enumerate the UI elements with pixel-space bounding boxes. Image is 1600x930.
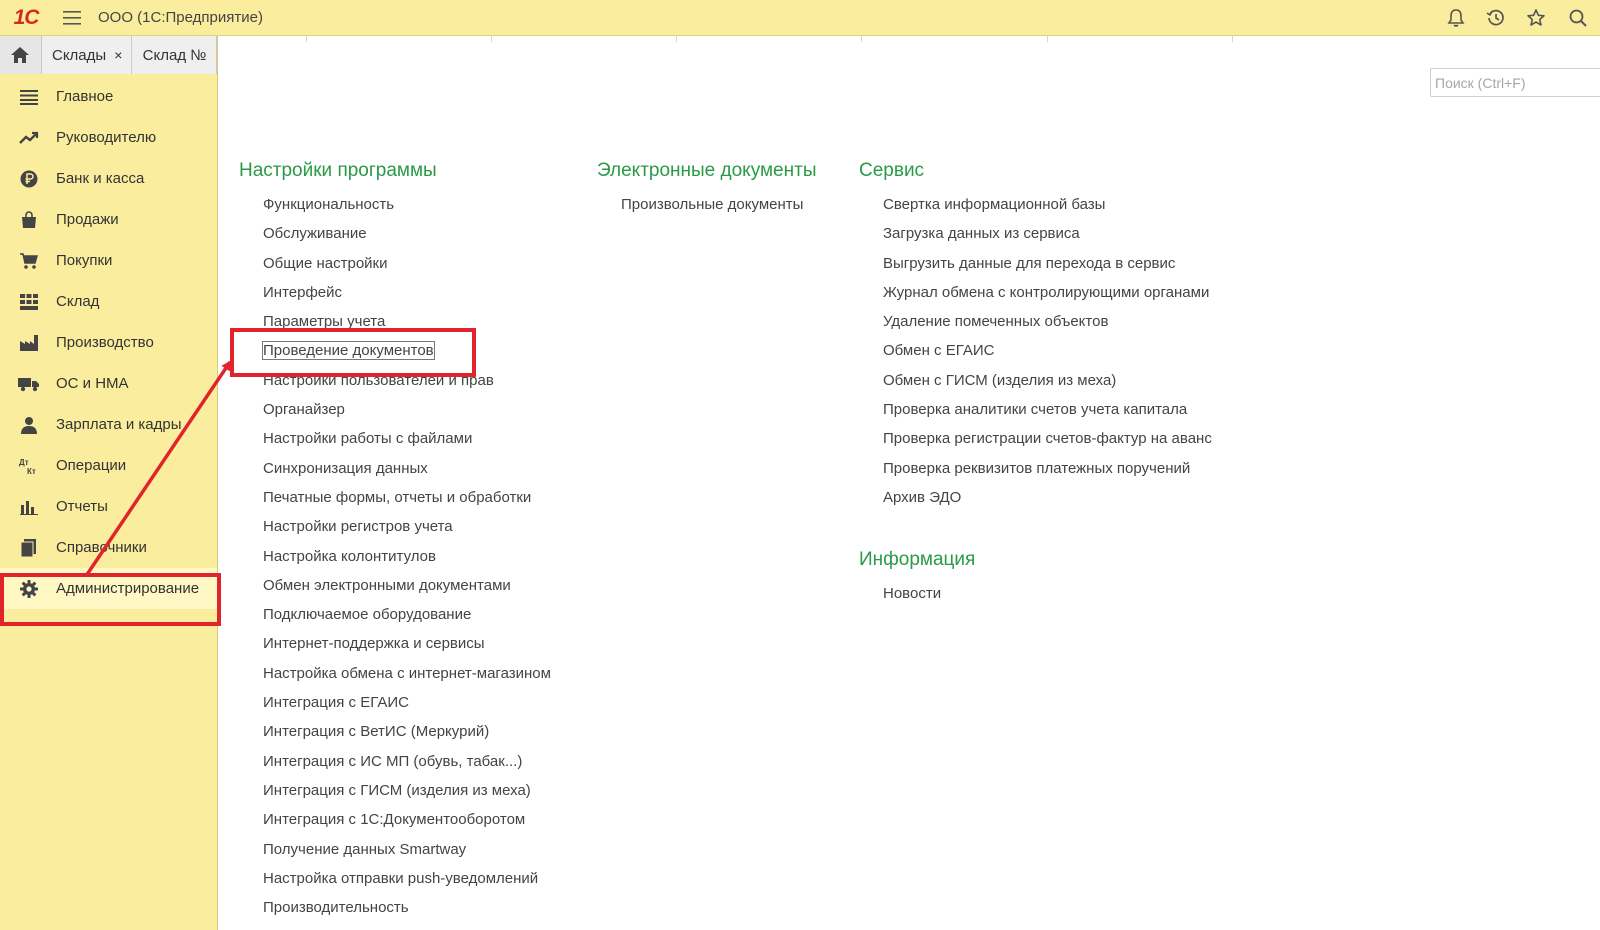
section-title-program-settings: Настройки программы [239, 160, 437, 181]
link-headers-footers[interactable]: Настройка колонтитулов [263, 542, 551, 571]
link-interface[interactable]: Интерфейс [263, 278, 551, 307]
link-gism-exchange[interactable]: Обмен с ГИСМ (изделия из меха) [883, 366, 1212, 395]
tab-strip-dividers [218, 36, 1600, 42]
nav-item-reports[interactable]: Отчеты [0, 486, 217, 527]
nav-item-production[interactable]: Производство [0, 322, 217, 363]
link-news[interactable]: Новости [883, 579, 1212, 608]
sections-panel: Склады × Склад № Главное Руководителю Ба… [0, 36, 218, 930]
section-edocs: Электронные документы Произвольные докум… [597, 157, 816, 219]
nav-item-operations[interactable]: Дт Кт Операции [0, 445, 217, 486]
app-title: ООО (1С:Предприятие) [98, 9, 263, 26]
section-title-edocs: Электронные документы [597, 160, 817, 181]
link-equipment[interactable]: Подключаемое оборудование [263, 600, 551, 629]
link-docflow-integration[interactable]: Интеграция с 1С:Документооборотом [263, 805, 551, 834]
link-arbitrary-docs[interactable]: Произвольные документы [621, 190, 816, 219]
link-regulatory-log[interactable]: Журнал обмена с контролирующими органами [883, 278, 1212, 307]
shopping-bag-icon [0, 199, 56, 240]
person-icon [0, 404, 56, 445]
nav-item-manager[interactable]: Руководителю [0, 117, 217, 158]
nav-item-main[interactable]: Главное [0, 76, 217, 117]
section-service: Сервис Свертка информационной базы Загру… [859, 157, 1212, 609]
link-general-settings[interactable]: Общие настройки [263, 249, 551, 278]
tab-warehouse-doc[interactable]: Склад № [131, 36, 217, 74]
star-icon[interactable] [1516, 0, 1556, 36]
sections-nav: Главное Руководителю Банк и касса Продаж… [0, 74, 217, 609]
link-smartway[interactable]: Получение данных Smartway [263, 835, 551, 864]
menu-lines-icon [0, 76, 56, 117]
link-vetis-integration[interactable]: Интеграция с ВетИС (Меркурий) [263, 717, 551, 746]
search-icon[interactable] [1556, 0, 1600, 36]
link-maintenance[interactable]: Обслуживание [263, 219, 551, 248]
link-organizer[interactable]: Органайзер [263, 395, 551, 424]
link-print-forms[interactable]: Печатные формы, отчеты и обработки [263, 483, 551, 512]
tab-warehouses[interactable]: Склады × [41, 36, 132, 74]
link-capital-check[interactable]: Проверка аналитики счетов учета капитала [883, 395, 1212, 424]
link-egais-integration[interactable]: Интеграция с ЕГАИС [263, 688, 551, 717]
link-invoice-check[interactable]: Проверка регистрации счетов-фактур на ав… [883, 424, 1212, 453]
link-gism-integration[interactable]: Интеграция с ГИСМ (изделия из меха) [263, 776, 551, 805]
section-info: Информация Новости [859, 546, 1212, 608]
nav-item-purchases[interactable]: Покупки [0, 240, 217, 281]
warehouse-grid-icon [0, 281, 56, 322]
link-delete-marked[interactable]: Удаление помеченных объектов [883, 307, 1212, 336]
link-data-sync[interactable]: Синхронизация данных [263, 454, 551, 483]
books-icon [0, 527, 56, 568]
link-push-notifications[interactable]: Настройка отправки push-уведомлений [263, 864, 551, 893]
link-egais-exchange[interactable]: Обмен с ЕГАИС [883, 336, 1212, 365]
link-registers-settings[interactable]: Настройки регистров учета [263, 512, 551, 541]
truck-icon [0, 363, 56, 404]
cart-icon [0, 240, 56, 281]
link-functionality[interactable]: Функциональность [263, 190, 551, 219]
link-file-settings[interactable]: Настройки работы с файлами [263, 424, 551, 453]
link-payment-check[interactable]: Проверка реквизитов платежных поручений [883, 454, 1212, 483]
nav-item-salary[interactable]: Зарплата и кадры [0, 404, 217, 445]
link-internet-support[interactable]: Интернет-поддержка и сервисы [263, 629, 551, 658]
trend-up-icon [0, 117, 56, 158]
link-ismp-integration[interactable]: Интеграция с ИС МП (обувь, табак...) [263, 747, 551, 776]
nav-item-administration[interactable]: Администрирование [0, 568, 217, 609]
link-document-posting[interactable]: Проведение документов [262, 336, 551, 365]
link-export-to-service[interactable]: Выгрузить данные для перехода в сервис [883, 249, 1212, 278]
section-program-settings: Настройки программы Функциональность Обс… [239, 157, 551, 922]
link-load-from-service[interactable]: Загрузка данных из сервиса [883, 219, 1212, 248]
bar-chart-icon [0, 486, 56, 527]
gear-icon [0, 568, 56, 609]
nav-item-sales[interactable]: Продажи [0, 199, 217, 240]
section-title-service: Сервис [859, 160, 925, 181]
nav-item-assets[interactable]: ОС и НМА [0, 363, 217, 404]
home-tab[interactable] [0, 36, 42, 74]
link-accounting-params[interactable]: Параметры учета [263, 307, 551, 336]
open-tabs: Склады × Склад № [0, 36, 217, 74]
main-menu-icon[interactable] [52, 0, 92, 36]
link-edo-archive[interactable]: Архив ЭДО [883, 483, 1212, 512]
close-icon[interactable]: × [114, 47, 122, 63]
svg-text:Дт: Дт [19, 458, 29, 467]
section-title-info: Информация [859, 549, 976, 571]
logo-1c[interactable]: 1С [0, 0, 52, 36]
link-webshop-exchange[interactable]: Настройка обмена с интернет-магазином [263, 659, 551, 688]
nav-item-bank[interactable]: Банк и касса [0, 158, 217, 199]
history-icon[interactable] [1476, 0, 1516, 36]
nav-item-references[interactable]: Справочники [0, 527, 217, 568]
svg-text:Кт: Кт [27, 467, 36, 475]
home-icon [11, 47, 30, 63]
search-input[interactable] [1430, 68, 1600, 97]
link-edoc-exchange[interactable]: Обмен электронными документами [263, 571, 551, 600]
link-performance[interactable]: Производительность [263, 893, 551, 922]
bell-icon[interactable] [1436, 0, 1476, 36]
ruble-coin-icon [0, 158, 56, 199]
link-users-rights[interactable]: Настройки пользователей и прав [263, 366, 551, 395]
debit-credit-icon: Дт Кт [0, 445, 56, 486]
link-db-rollup[interactable]: Свертка информационной базы [883, 190, 1212, 219]
factory-icon [0, 322, 56, 363]
nav-item-warehouse[interactable]: Склад [0, 281, 217, 322]
top-bar: 1С ООО (1С:Предприятие) [0, 0, 1600, 36]
